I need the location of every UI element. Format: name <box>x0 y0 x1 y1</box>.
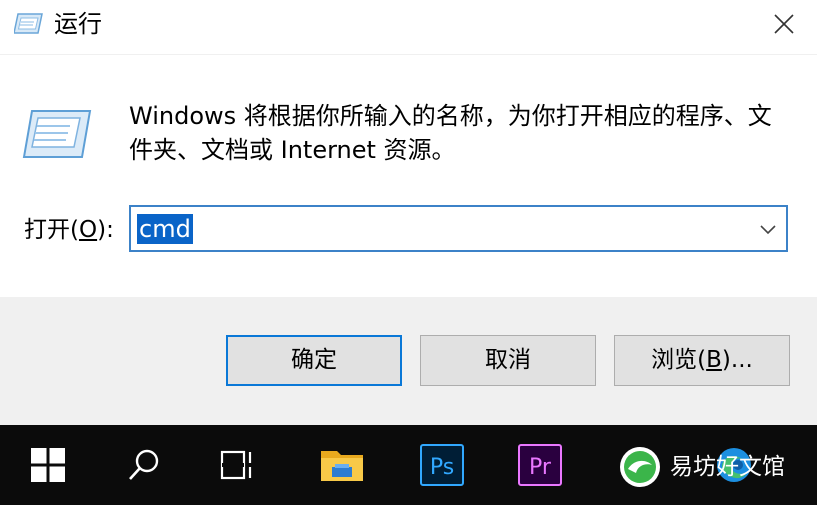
dialog-body: Windows 将根据你所输入的名称，为你打开相应的程序、文件夹、文档或 Int… <box>0 54 817 297</box>
open-label-accesskey: O <box>78 217 98 243</box>
cancel-button[interactable]: 取消 <box>420 335 596 386</box>
ok-button[interactable]: 确定 <box>226 335 402 386</box>
start-button[interactable] <box>18 425 78 505</box>
open-label-prefix: 打开( <box>24 217 79 243</box>
search-icon <box>129 449 159 480</box>
premiere-text: Pr <box>529 455 552 480</box>
browse-label-accesskey: B <box>706 347 722 373</box>
window-title: 运行 <box>54 10 102 38</box>
windows-start-icon <box>31 448 65 482</box>
premiere-icon: Pr <box>518 444 562 486</box>
run-dialog: 运行 Windows 将根据你所输入的名称，为你打开相应的程序、文件夹、文档或 … <box>0 0 817 425</box>
title-bar: 运行 <box>0 0 817 54</box>
browse-label-prefix: 浏览( <box>651 347 707 373</box>
watermark-text: 易坊好文馆 <box>670 454 785 480</box>
run-program-icon <box>22 110 92 158</box>
browse-button[interactable]: 浏览(B)... <box>614 335 790 386</box>
photoshop-text: Ps <box>430 455 454 480</box>
file-explorer-button[interactable] <box>310 425 374 505</box>
task-view-button[interactable] <box>208 425 268 505</box>
taskbar: Ps Pr 易坊好文馆 <box>0 425 817 505</box>
search-button[interactable] <box>114 425 174 505</box>
photoshop-icon: Ps <box>420 444 464 486</box>
command-combobox[interactable]: cmd <box>129 205 788 252</box>
command-input-value[interactable]: cmd <box>137 214 193 244</box>
file-explorer-icon <box>321 451 363 481</box>
chevron-down-icon[interactable] <box>758 219 778 239</box>
open-label: 打开(O): <box>24 214 114 246</box>
button-bar: 确定 取消 浏览(B)... <box>0 297 817 425</box>
run-app-icon <box>14 13 43 34</box>
premiere-button[interactable]: Pr <box>508 425 572 505</box>
watermark-logo-icon <box>620 447 660 487</box>
task-view-icon <box>220 450 252 480</box>
browse-label-suffix: )... <box>721 347 753 373</box>
close-button[interactable] <box>758 0 810 48</box>
watermark: 易坊好文馆 <box>618 445 785 489</box>
open-label-suffix: ): <box>97 217 114 243</box>
photoshop-button[interactable]: Ps <box>410 425 474 505</box>
close-icon <box>774 14 794 34</box>
description-text: Windows 将根据你所输入的名称，为你打开相应的程序、文件夹、文档或 Int… <box>129 102 772 164</box>
